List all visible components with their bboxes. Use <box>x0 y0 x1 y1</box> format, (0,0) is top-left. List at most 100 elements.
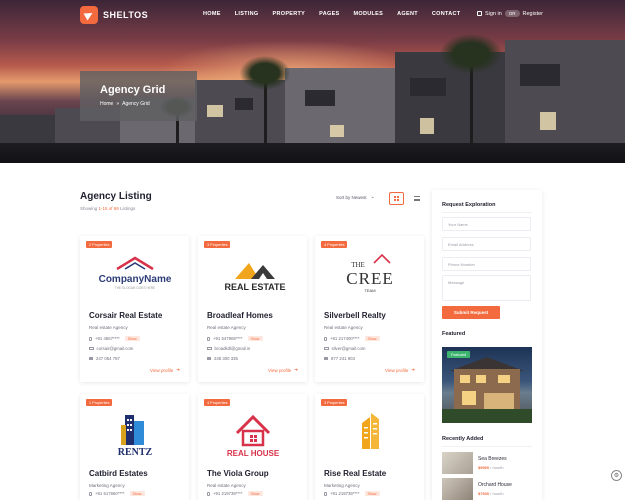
building <box>505 40 625 148</box>
arrow-right-icon: ➜ <box>411 367 415 372</box>
phone-field[interactable]: Phone Number <box>442 257 531 271</box>
property-count-badge: 4 Properties <box>204 399 231 406</box>
phone-icon <box>207 491 210 496</box>
list-icon <box>413 196 420 201</box>
logo-text: REAL ESTATE <box>224 282 285 292</box>
phone-number: +91 547908**** <box>213 336 243 341</box>
email-address[interactable]: silver@gmail.com <box>332 346 366 351</box>
agency-card[interactable]: 3 Properties REAL ESTATE Broadleaf Homes… <box>198 236 307 382</box>
property-count-badge: 3 Properties <box>321 399 348 406</box>
fax-icon <box>89 356 93 361</box>
agency-phone: +91 219739**** Show <box>207 491 263 496</box>
view-profile-link[interactable]: View profile ➜ <box>385 367 415 373</box>
agency-type: Real estate Agency <box>324 325 363 330</box>
submit-request-button[interactable]: Submit Request <box>442 306 500 319</box>
featured-badge: Featured <box>447 351 471 358</box>
view-profile-link[interactable]: View profile ➜ <box>150 367 180 373</box>
email-address[interactable]: corsair@gmail.com <box>97 346 134 351</box>
palm-trunk <box>264 80 267 148</box>
agency-logo: RENTZ <box>80 408 189 458</box>
settings-icon[interactable]: ⚙ <box>611 470 622 481</box>
register-link[interactable]: Register <box>523 11 543 17</box>
agency-type: Marketing Agency <box>89 483 125 488</box>
agency-name[interactable]: The Viola Group <box>207 469 269 478</box>
view-profile-label: View profile <box>385 367 409 373</box>
property-count-badge: 1 Properties <box>86 399 113 406</box>
agency-fax: 247 054 787 <box>89 356 120 361</box>
menu-item-listing[interactable]: LISTING <box>235 11 259 17</box>
menu-item-property[interactable]: PROPERTY <box>273 11 306 17</box>
agency-logo: REAL ESTATE <box>198 250 307 300</box>
menu-item-contact[interactable]: CONTACT <box>432 11 461 17</box>
divider <box>442 446 532 447</box>
agency-name[interactable]: Catbird Estates <box>89 469 148 478</box>
palm-leaves <box>440 34 502 74</box>
agency-card[interactable]: 3 Properties Rise Real Estate Marketing … <box>315 394 424 500</box>
recent-price: $9500 / month <box>478 465 504 470</box>
phone-icon <box>324 491 327 496</box>
sign-in-link[interactable]: Sign in <box>485 11 502 17</box>
phone-number: +91 4567**** <box>95 336 120 341</box>
menu-item-modules[interactable]: MODULES <box>354 11 384 17</box>
show-phone-button[interactable]: Show <box>364 491 380 496</box>
recent-item[interactable]: Sea Breezes $9500 / month <box>442 452 532 474</box>
window <box>330 125 344 137</box>
agency-card[interactable]: 4 Properties THE CREE TEAM Silverbell Re… <box>315 236 424 382</box>
agency-name[interactable]: Corsair Real Estate <box>89 311 162 320</box>
window <box>420 118 434 134</box>
recent-name[interactable]: Orchard House <box>478 482 512 488</box>
listing-count-range: 1-15 of 69 <box>98 206 119 211</box>
listing-count-suffix: Listings <box>118 206 136 211</box>
sidebar: Request Exploration Your Name Email Addr… <box>432 190 542 500</box>
view-profile-label: View profile <box>150 367 174 373</box>
window <box>235 98 253 110</box>
list-view-button[interactable] <box>409 192 424 205</box>
house-window <box>460 375 470 383</box>
agency-card[interactable]: 4 Properties REAL HOUSE The Viola Group … <box>198 394 307 500</box>
agency-type: Marketing Agency <box>324 483 360 488</box>
agency-name[interactable]: Broadleaf Homes <box>207 311 273 320</box>
menu-item-home[interactable]: HOME <box>203 11 221 17</box>
agency-phone: +91 217400**** Show <box>324 336 380 341</box>
show-phone-button[interactable]: Show <box>129 491 145 496</box>
show-phone-button[interactable]: Show <box>364 336 380 341</box>
agency-name[interactable]: Rise Real Estate <box>324 469 386 478</box>
agency-phone: +91 517660**** Show <box>89 491 145 496</box>
grid-view-button[interactable] <box>389 192 404 205</box>
show-phone-button[interactable]: Show <box>124 336 140 341</box>
house-window <box>462 391 476 405</box>
featured-property-image[interactable]: Featured <box>442 347 532 423</box>
agency-logo <box>315 408 424 458</box>
menu-item-agent[interactable]: AGENT <box>397 11 418 17</box>
sort-dropdown[interactable]: Sort by Newest ⌄ <box>336 194 375 200</box>
recent-price-period: / month <box>489 465 504 470</box>
ground <box>0 143 625 163</box>
agency-logo: CompanyName THE SLOGAN GOES HERE <box>80 250 189 300</box>
brand-name: SHELTOS <box>103 10 149 20</box>
recent-name[interactable]: Sea Breezes <box>478 456 507 462</box>
show-phone-button[interactable]: Show <box>247 491 263 496</box>
agency-name[interactable]: Silverbell Realty <box>324 311 386 320</box>
view-profile-link[interactable]: View profile ➜ <box>268 367 298 373</box>
brand-logo[interactable]: SHELTOS <box>80 6 148 24</box>
agency-fax: 248 300 335 <box>207 356 238 361</box>
phone-number: +91 219739**** <box>213 491 243 496</box>
message-field[interactable]: Message <box>442 275 531 301</box>
recent-price-period: / month <box>489 491 504 496</box>
grid-icon <box>393 195 400 202</box>
agency-type: Real estate Agency <box>207 325 246 330</box>
show-phone-button[interactable]: Show <box>247 336 263 341</box>
breadcrumb-home[interactable]: Home <box>100 101 113 107</box>
recent-item[interactable]: Orchard House $7600 / month <box>442 478 532 500</box>
agency-card[interactable]: 1 Properties RENTZ Catbird Estates Marke… <box>80 394 189 500</box>
name-field[interactable]: Your Name <box>442 217 531 231</box>
agency-phone: +91 547908**** Show <box>207 336 263 341</box>
fax-number: 877 241 903 <box>331 356 355 361</box>
arrow-right-icon: ➜ <box>294 367 298 372</box>
property-count-badge: 4 Properties <box>321 241 348 248</box>
recent-thumbnail <box>442 478 473 500</box>
menu-item-pages[interactable]: PAGES <box>319 11 339 17</box>
email-address[interactable]: broadkdl@gmail.in <box>215 346 251 351</box>
email-field[interactable]: Email Address <box>442 237 531 251</box>
agency-card[interactable]: 2 Properties CompanyName THE SLOGAN GOES… <box>80 236 189 382</box>
